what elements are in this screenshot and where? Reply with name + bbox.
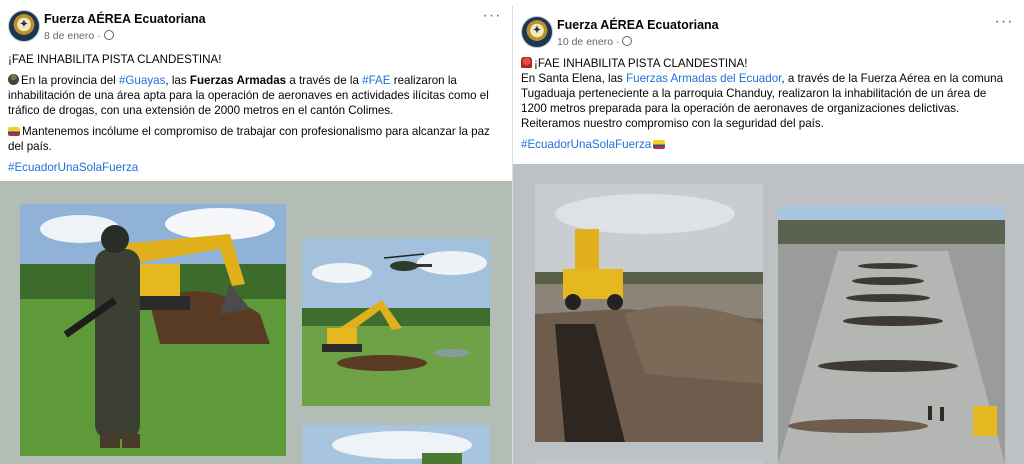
- post-hashtag: #EcuadorUnaSolaFuerza: [8, 160, 502, 175]
- post-header: ✦ Fuerza AÉREA Ecuatoriana 8 de enero · …: [8, 8, 504, 46]
- post-hashtag: #EcuadorUnaSolaFuerza: [521, 137, 1014, 152]
- post-paragraph-2: Mantenemos incólume el compromiso de tra…: [8, 124, 502, 154]
- post-text: ¡FAE INHABILITA PISTA CLANDESTINA! En la…: [8, 52, 502, 181]
- post-text: ¡FAE INHABILITA PISTA CLANDESTINA! En Sa…: [521, 56, 1014, 158]
- more-options-icon[interactable]: ···: [482, 8, 502, 26]
- soldier-with-excavator-photo[interactable]: [20, 204, 286, 456]
- text-span: ¡FAE INHABILITA PISTA CLANDESTINA!: [534, 57, 748, 70]
- more-options-icon[interactable]: ···: [994, 14, 1014, 32]
- siren-emoji-icon: [521, 57, 532, 68]
- facebook-post-santa-elena: ✦ Fuerza AÉREA Ecuatoriana 10 de enero ·…: [512, 6, 1024, 464]
- text-span: , las: [165, 74, 190, 87]
- globe-icon: [622, 36, 633, 46]
- post-paragraph-1: En Santa Elena, las Fuerzas Armadas del …: [521, 71, 1014, 116]
- hashtag-fae-link[interactable]: #FAE: [362, 74, 390, 87]
- hashtag-guayas-link[interactable]: #Guayas: [119, 74, 165, 87]
- text-span: En la provincia del: [21, 74, 119, 87]
- ecuador-flag-icon: [653, 140, 666, 149]
- mention-fuerzas-armadas[interactable]: Fuerzas Armadas: [190, 74, 286, 87]
- aerial-airstrip-photo[interactable]: [778, 206, 1005, 464]
- post-headline: ¡FAE INHABILITA PISTA CLANDESTINA!: [521, 56, 1014, 71]
- post-headline: ¡FAE INHABILITA PISTA CLANDESTINA!: [8, 53, 222, 66]
- lower-photo[interactable]: [535, 460, 763, 464]
- avatar[interactable]: ✦: [8, 10, 40, 42]
- post-paragraph-1: En la provincia del #Guayas, las Fuerzas…: [8, 73, 502, 118]
- page-name-link[interactable]: Fuerza AÉREA Ecuatoriana: [557, 18, 719, 32]
- text-span: a través de la: [286, 74, 363, 87]
- text-span: En Santa Elena, las: [521, 72, 627, 85]
- photo-collage: [513, 164, 1024, 464]
- avatar[interactable]: ✦: [521, 16, 553, 48]
- date-text[interactable]: 10 de enero ·: [557, 36, 619, 48]
- hashtag-ecuador-link[interactable]: #EcuadorUnaSolaFuerza: [521, 138, 651, 151]
- mention-fuerzas-armadas-link[interactable]: Fuerzas Armadas del Ecuador: [626, 72, 781, 85]
- helicopter-over-excavator-photo[interactable]: [302, 238, 490, 406]
- field-photo[interactable]: [302, 425, 490, 464]
- ecuador-flag-icon: [8, 127, 20, 136]
- text-span: Mantenemos incólume el compromiso de tra…: [8, 125, 490, 153]
- post-paragraph-2: Reiteramos nuestro compromiso con la seg…: [521, 117, 824, 130]
- globe-icon: [103, 30, 114, 40]
- page-name-link[interactable]: Fuerza AÉREA Ecuatoriana: [44, 12, 206, 26]
- soldier-emoji-icon: [8, 74, 19, 85]
- post-timestamp[interactable]: 10 de enero ·: [557, 36, 633, 48]
- facebook-post-guayas: ✦ Fuerza AÉREA Ecuatoriana 8 de enero · …: [0, 0, 512, 464]
- backhoe-trench-photo[interactable]: [535, 184, 763, 442]
- photo-collage: [0, 181, 512, 464]
- post-timestamp[interactable]: 8 de enero ·: [44, 30, 114, 42]
- hashtag-ecuador-link[interactable]: #EcuadorUnaSolaFuerza: [8, 161, 138, 174]
- post-header: ✦ Fuerza AÉREA Ecuatoriana 10 de enero ·…: [521, 14, 1016, 52]
- date-text[interactable]: 8 de enero ·: [44, 30, 101, 42]
